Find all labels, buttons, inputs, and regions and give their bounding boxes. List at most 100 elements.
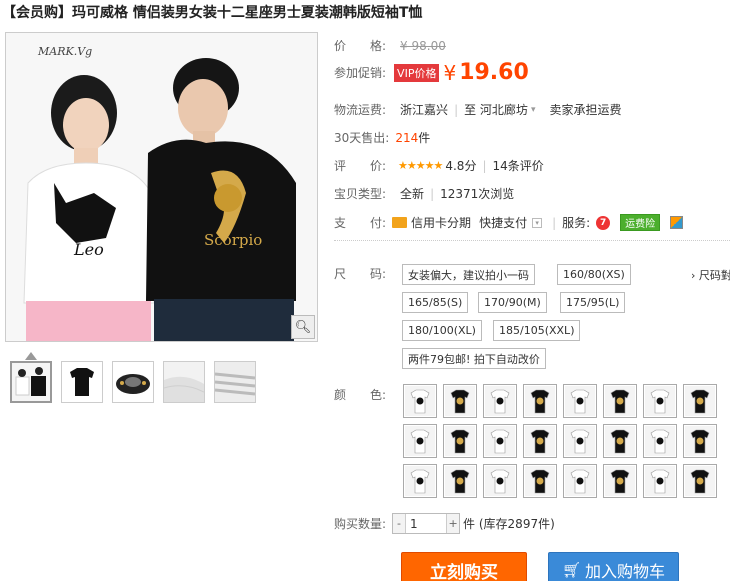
color-swatch[interactable] (443, 464, 477, 498)
color-swatch[interactable] (403, 424, 437, 458)
color-swatch[interactable] (563, 384, 597, 418)
shopping-cart-icon: 🛒︎ (561, 561, 582, 579)
color-swatch[interactable] (603, 424, 637, 458)
color-swatch[interactable] (523, 424, 557, 458)
color-swatch[interactable] (683, 464, 717, 498)
tshirt-icon (565, 386, 595, 416)
quick-pay-option[interactable]: 快捷支付 (479, 214, 527, 231)
shipping-insurance-badge[interactable]: 运费险 (620, 214, 661, 231)
color-swatch[interactable] (683, 384, 717, 418)
tshirt-icon (485, 426, 515, 456)
add-to-cart-button[interactable]: 🛒︎ 加入购物车 (548, 552, 679, 581)
thumbnail-folded-tees[interactable] (112, 361, 154, 403)
dropdown-arrow-icon[interactable]: ▾ (532, 217, 543, 228)
rating-row: 评 价: ★★★★★ 4.8分 | 14条评价 (334, 157, 544, 174)
shipping-label: 物流运费: (334, 103, 387, 117)
size-option-xs[interactable]: 160/80(XS) (557, 264, 631, 285)
color-swatch[interactable] (603, 384, 637, 418)
view-count: 12371次浏览 (440, 187, 515, 201)
tshirt-icon (405, 386, 435, 416)
credit-installment-option[interactable]: 信用卡分期 (411, 214, 471, 231)
chevron-down-icon[interactable]: ▾ (531, 105, 536, 115)
thumbnail-fabric-gray[interactable] (214, 361, 256, 403)
tshirt-icon (445, 466, 475, 496)
tshirt-icon (605, 426, 635, 456)
size-chart-link[interactable]: › 尺码對 (691, 267, 730, 283)
ship-from: 浙江嘉兴 (400, 103, 449, 117)
ship-to-location[interactable]: 至 河北廊坊 (464, 101, 528, 118)
size-option-xl[interactable]: 180/100(XL) (402, 320, 482, 341)
promo-row: 参加促销: VIP价格 ¥ 19.60 (334, 60, 529, 85)
tshirt-icon (405, 426, 435, 456)
main-product-photo[interactable]: Leo Scorpio MARK.Vg 🔍︎ (5, 32, 318, 342)
color-swatch[interactable] (643, 384, 677, 418)
color-swatch[interactable] (483, 384, 517, 418)
quantity-stepper[interactable]: - 1 + (392, 513, 461, 534)
size-label-row: 尺 码: (334, 265, 386, 282)
zoom-button[interactable]: 🔍︎ (291, 315, 315, 339)
tshirt-icon (685, 426, 715, 456)
color-swatch[interactable] (403, 464, 437, 498)
quantity-input[interactable]: 1 (405, 514, 448, 533)
divider: | (454, 102, 459, 117)
buy-now-button[interactable]: 立刻购买 (401, 552, 527, 581)
color-swatch[interactable] (603, 464, 637, 498)
rating-label: 评 价: (334, 159, 387, 173)
sold-unit: 件 (418, 131, 431, 145)
tshirt-icon (685, 466, 715, 496)
thumbnail-fabric-white[interactable] (163, 361, 205, 403)
type-label: 宝贝类型: (334, 187, 387, 201)
tshirt-icon (605, 386, 635, 416)
tshirt-icon (565, 466, 595, 496)
bundle-promo-option[interactable]: 两件79包邮! 拍下自动改价 (402, 348, 546, 369)
size-option-m[interactable]: 170/90(M) (478, 292, 547, 313)
shipping-note: 卖家承担运费 (549, 103, 622, 117)
stock-info: 件 (库存2897件) (463, 517, 555, 531)
color-swatch[interactable] (643, 424, 677, 458)
size-hint: 女装偏大，建议拍小一码 (402, 264, 535, 285)
color-swatch[interactable] (403, 384, 437, 418)
color-swatch[interactable] (523, 384, 557, 418)
color-swatch[interactable] (643, 464, 677, 498)
type-value: 全新 (400, 187, 425, 201)
color-swatch[interactable] (683, 424, 717, 458)
color-swatch[interactable] (483, 464, 517, 498)
size-option-l[interactable]: 175/95(L) (560, 292, 626, 313)
tshirt-icon (445, 386, 475, 416)
shipping-row: 物流运费: 浙江嘉兴 | 至 河北廊坊 ▾ 卖家承担运费 (334, 101, 621, 118)
tmall-seven-icon[interactable]: 7 (596, 215, 611, 230)
decrease-quantity-button[interactable]: - (393, 514, 406, 533)
size-option-s[interactable]: 165/85(S) (402, 292, 469, 313)
tshirt-icon (405, 466, 435, 496)
size-option-xxl[interactable]: 185/105(XXL) (493, 320, 581, 341)
currency-symbol: ¥ (443, 60, 457, 85)
sold-label: 30天售出: (334, 131, 390, 145)
tshirt-icon (485, 386, 515, 416)
color-swatch[interactable] (443, 424, 477, 458)
thumbnail-couple[interactable] (10, 361, 52, 403)
tshirt-icon (685, 386, 715, 416)
tshirt-icon (525, 466, 555, 496)
increase-quantity-button[interactable]: + (447, 514, 460, 533)
color-swatch[interactable] (443, 384, 477, 418)
quantity-row: 购买数量: - 1 + 件 (库存2897件) (334, 513, 555, 534)
add-to-cart-label: 加入购物车 (585, 562, 666, 581)
price-label: 价 格: (334, 39, 387, 53)
payment-row: 支 付: 信用卡分期 快捷支付 ▾ | 服务: 7 运费险 (334, 214, 684, 231)
tshirt-icon (525, 426, 555, 456)
quantity-label: 购买数量: (334, 517, 387, 531)
sold-row: 30天售出: 214 件 (334, 129, 430, 146)
color-swatch[interactable] (563, 424, 597, 458)
tshirt-icon (445, 426, 475, 456)
color-swatch[interactable] (483, 424, 517, 458)
thumbnail-black-tee[interactable] (61, 361, 103, 403)
credit-card-icon (392, 217, 408, 228)
color-swatch[interactable] (563, 464, 597, 498)
guarantee-icon[interactable] (670, 216, 684, 229)
divider: | (430, 186, 435, 201)
review-count-link[interactable]: 14条评价 (493, 157, 544, 174)
color-label-row: 颜 色: (334, 386, 386, 403)
product-title: 【会员购】玛可威格 情侣装男女装十二星座男士夏装潮韩版短袖T恤 (2, 5, 423, 21)
color-swatch[interactable] (523, 464, 557, 498)
thumbnail-strip (10, 361, 256, 403)
